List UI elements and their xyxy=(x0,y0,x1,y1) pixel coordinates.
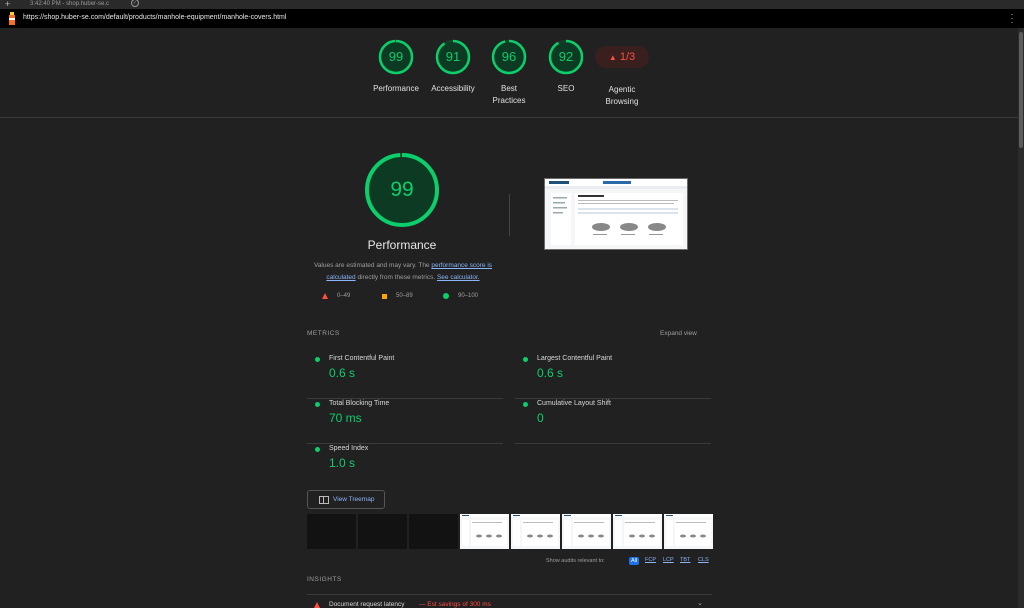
summary-divider xyxy=(0,117,1018,118)
good-circle-icon xyxy=(315,447,320,452)
good-circle-icon xyxy=(315,402,320,407)
agentic-badge-value: 1/3 xyxy=(619,51,636,63)
desc-text: Values are estimated and may vary. The xyxy=(313,262,432,269)
lighthouse-report: 99 Performance 91 Accessibility 96 Best … xyxy=(0,28,1018,608)
warning-triangle-icon: ▲ xyxy=(608,53,617,62)
filter-chip-all[interactable]: All xyxy=(629,557,640,565)
metric-tbt: Total Blocking Time 70 ms xyxy=(307,400,503,444)
filmstrip-frame xyxy=(460,514,509,549)
expand-view-toggle[interactable]: Expand view xyxy=(660,330,697,337)
final-screenshot[interactable] xyxy=(544,178,688,250)
page-scrollbar[interactable] xyxy=(1018,28,1024,608)
summary-gauge-agentic-browsing[interactable]: ▲ 1/3 Agentic Browsing xyxy=(592,38,652,108)
insight-estimate: — Est savings of 300 ms xyxy=(419,601,491,608)
tab-strip: + 3:42:40 PM - shop.huber-se.c ✓ xyxy=(0,0,1024,9)
legend-good: 90–100 xyxy=(458,293,479,299)
metric-name: Total Blocking Time xyxy=(329,400,390,407)
good-circle-icon xyxy=(523,357,528,362)
good-circle-icon xyxy=(443,293,449,299)
metric-speed-index: Speed Index 1.0 s xyxy=(307,445,503,489)
metric-value: 0 xyxy=(537,411,544,425)
filmstrip-frame xyxy=(358,514,407,549)
summary-label: SEO xyxy=(557,84,575,93)
insights-divider xyxy=(307,594,712,595)
average-square-icon xyxy=(382,294,387,299)
summary-label: Agentic Browsing xyxy=(605,85,639,106)
metric-fcp: First Contentful Paint 0.6 s xyxy=(307,355,503,399)
good-circle-icon xyxy=(523,402,528,407)
audit-filter-label: Show audits relevant to: xyxy=(546,558,605,564)
filmstrip xyxy=(307,514,713,549)
new-tab-icon[interactable]: + xyxy=(5,0,10,9)
page-thumbnail-image xyxy=(545,179,687,245)
filmstrip-frame xyxy=(562,514,611,549)
filmstrip-frame xyxy=(664,514,713,549)
performance-description: Values are estimated and may vary. The p… xyxy=(300,260,506,284)
performance-score: 99 xyxy=(390,178,414,201)
url-text[interactable]: https://shop.huber-se.com/default/produc… xyxy=(23,14,286,21)
filmstrip-frame xyxy=(613,514,662,549)
filter-chip-cls[interactable]: CLS xyxy=(698,557,709,563)
summary-label: Accessibility xyxy=(431,84,475,93)
metric-value: 0.6 s xyxy=(329,366,356,380)
summary-gauge-performance[interactable]: 99 Performance xyxy=(366,38,426,95)
filmstrip-frame xyxy=(307,514,356,549)
insights-heading: INSIGHTS xyxy=(307,576,342,583)
good-circle-icon xyxy=(315,357,320,362)
filmstrip-frame xyxy=(511,514,560,549)
metric-name: First Contentful Paint xyxy=(329,355,395,362)
see-calculator-link[interactable]: See calculator. xyxy=(437,274,480,281)
metric-cls: Cumulative Layout Shift 0 xyxy=(515,400,711,444)
tab-title[interactable]: 3:42:40 PM - shop.huber-se.c xyxy=(30,1,109,7)
metric-lcp: Largest Contentful Paint 0.6 s xyxy=(515,355,711,399)
address-bar: https://shop.huber-se.com/default/produc… xyxy=(0,9,1024,28)
vertical-divider xyxy=(509,194,510,236)
summary-score: 99 xyxy=(388,49,404,64)
scrollbar-thumb[interactable] xyxy=(1019,32,1023,148)
filter-chip-lcp[interactable]: LCP xyxy=(663,557,674,563)
summary-gauge-accessibility[interactable]: 91 Accessibility xyxy=(423,38,483,95)
treemap-icon xyxy=(319,496,329,504)
summary-label: Best Practices xyxy=(492,84,526,105)
metric-value: 70 ms xyxy=(329,411,362,425)
summary-label: Performance xyxy=(373,84,419,93)
lighthouse-icon xyxy=(9,12,15,25)
metrics-heading: METRICS xyxy=(307,330,340,337)
legend-average: 50–89 xyxy=(396,293,413,299)
metric-name: Speed Index xyxy=(329,445,369,452)
more-options-icon[interactable]: · · · xyxy=(1010,10,1014,27)
poor-triangle-icon xyxy=(322,293,328,299)
desc-text: directly from these metrics. xyxy=(355,274,437,281)
tab-close-icon[interactable]: ✓ xyxy=(131,0,139,7)
chevron-down-icon[interactable]: ⌄ xyxy=(697,599,703,607)
view-treemap-label: View Treemap xyxy=(333,496,375,503)
legend-poor: 0–49 xyxy=(337,293,351,299)
performance-title: Performance xyxy=(367,238,437,252)
filter-chip-tbt[interactable]: TBT xyxy=(680,557,690,563)
performance-gauge: 99 xyxy=(362,150,442,230)
summary-gauge-seo[interactable]: 92 SEO xyxy=(536,38,596,95)
poor-triangle-icon xyxy=(314,602,320,608)
filmstrip-frame xyxy=(409,514,458,549)
summary-gauge-best-practices[interactable]: 96 Best Practices xyxy=(479,38,539,107)
insight-name: Document request latency xyxy=(329,601,405,608)
summary-score: 96 xyxy=(501,49,517,64)
summary-score: 91 xyxy=(445,49,461,64)
metric-value: 0.6 s xyxy=(537,366,564,380)
score-summary: 99 Performance 91 Accessibility 96 Best … xyxy=(0,38,1018,118)
metric-name: Largest Contentful Paint xyxy=(537,355,613,362)
metric-value: 1.0 s xyxy=(329,456,356,470)
score-legend: 0–49 50–89 90–100 xyxy=(322,292,492,302)
filter-chip-fcp[interactable]: FCP xyxy=(645,557,656,563)
agentic-badge: ▲ 1/3 xyxy=(595,46,649,68)
summary-score: 92 xyxy=(558,49,574,64)
metric-name: Cumulative Layout Shift xyxy=(537,400,611,407)
view-treemap-button[interactable]: View Treemap xyxy=(307,490,385,509)
